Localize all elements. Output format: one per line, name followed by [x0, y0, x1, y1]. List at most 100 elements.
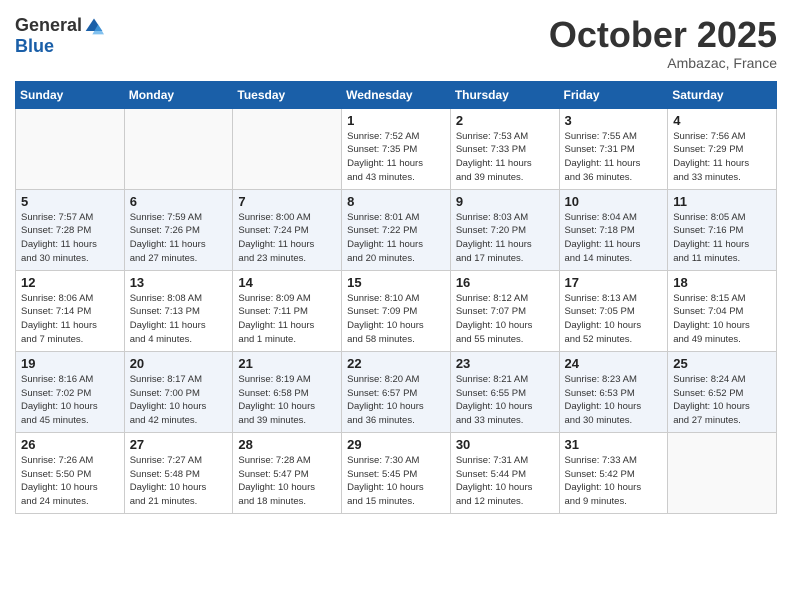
day-number: 28: [238, 437, 336, 452]
calendar-cell: 27 Sunrise: 7:27 AM Sunset: 5:48 PM Dayli…: [124, 432, 233, 513]
calendar-cell: 22 Sunrise: 8:20 AM Sunset: 6:57 PM Dayli…: [342, 351, 451, 432]
day-number: 10: [565, 194, 663, 209]
calendar-cell: 19Sunrise: 8:16 AM Sunset: 7:02 PM Dayli…: [16, 351, 125, 432]
weekday-header-friday: Friday: [559, 81, 668, 108]
calendar-cell: 20 Sunrise: 8:17 AM Sunset: 7:00 PM Dayli…: [124, 351, 233, 432]
day-info: Sunrise: 8:04 AM Sunset: 7:18 PM Dayligh…: [565, 211, 663, 266]
calendar-week-row: 19Sunrise: 8:16 AM Sunset: 7:02 PM Dayli…: [16, 351, 777, 432]
calendar-cell: 5Sunrise: 7:57 AM Sunset: 7:28 PM Daylig…: [16, 189, 125, 270]
day-info: Sunrise: 7:57 AM Sunset: 7:28 PM Dayligh…: [21, 211, 119, 266]
day-info: Sunrise: 8:23 AM Sunset: 6:53 PM Dayligh…: [565, 373, 663, 428]
calendar-week-row: 12Sunrise: 8:06 AM Sunset: 7:14 PM Dayli…: [16, 270, 777, 351]
day-number: 13: [130, 275, 228, 290]
day-number: 29: [347, 437, 445, 452]
calendar-cell: 25 Sunrise: 8:24 AM Sunset: 6:52 PM Dayli…: [668, 351, 777, 432]
day-info: Sunrise: 8:00 AM Sunset: 7:24 PM Dayligh…: [238, 211, 336, 266]
day-info: Sunrise: 8:21 AM Sunset: 6:55 PM Dayligh…: [456, 373, 554, 428]
calendar-cell: 3 Sunrise: 7:55 AM Sunset: 7:31 PM Daylig…: [559, 108, 668, 189]
day-number: 26: [21, 437, 119, 452]
calendar-week-row: 26Sunrise: 7:26 AM Sunset: 5:50 PM Dayli…: [16, 432, 777, 513]
day-info: Sunrise: 7:31 AM Sunset: 5:44 PM Dayligh…: [456, 454, 554, 509]
calendar-cell: 15 Sunrise: 8:10 AM Sunset: 7:09 PM Dayli…: [342, 270, 451, 351]
day-info: Sunrise: 8:03 AM Sunset: 7:20 PM Dayligh…: [456, 211, 554, 266]
day-info: Sunrise: 8:24 AM Sunset: 6:52 PM Dayligh…: [673, 373, 771, 428]
logo-general: General: [15, 15, 82, 36]
day-number: 4: [673, 113, 771, 128]
day-info: Sunrise: 8:13 AM Sunset: 7:05 PM Dayligh…: [565, 292, 663, 347]
day-info: Sunrise: 7:55 AM Sunset: 7:31 PM Dayligh…: [565, 130, 663, 185]
day-info: Sunrise: 7:30 AM Sunset: 5:45 PM Dayligh…: [347, 454, 445, 509]
weekday-header-thursday: Thursday: [450, 81, 559, 108]
day-number: 27: [130, 437, 228, 452]
month-title: October 2025: [549, 15, 777, 55]
day-number: 12: [21, 275, 119, 290]
calendar-week-row: 5Sunrise: 7:57 AM Sunset: 7:28 PM Daylig…: [16, 189, 777, 270]
calendar-cell: 11Sunrise: 8:05 AM Sunset: 7:16 PM Dayli…: [668, 189, 777, 270]
day-number: 15: [347, 275, 445, 290]
day-info: Sunrise: 7:27 AM Sunset: 5:48 PM Dayligh…: [130, 454, 228, 509]
calendar-cell: [16, 108, 125, 189]
calendar-cell: 14Sunrise: 8:09 AM Sunset: 7:11 PM Dayli…: [233, 270, 342, 351]
calendar-cell: 6 Sunrise: 7:59 AM Sunset: 7:26 PM Daylig…: [124, 189, 233, 270]
day-number: 2: [456, 113, 554, 128]
day-info: Sunrise: 8:17 AM Sunset: 7:00 PM Dayligh…: [130, 373, 228, 428]
day-number: 16: [456, 275, 554, 290]
day-info: Sunrise: 7:59 AM Sunset: 7:26 PM Dayligh…: [130, 211, 228, 266]
weekday-header-monday: Monday: [124, 81, 233, 108]
calendar-cell: [233, 108, 342, 189]
day-number: 31: [565, 437, 663, 452]
day-number: 17: [565, 275, 663, 290]
day-number: 30: [456, 437, 554, 452]
day-number: 9: [456, 194, 554, 209]
day-number: 3: [565, 113, 663, 128]
day-number: 25: [673, 356, 771, 371]
page-header: General Blue October 2025 Ambazac, Franc…: [15, 15, 777, 71]
logo-icon: [84, 16, 104, 36]
day-number: 7: [238, 194, 336, 209]
weekday-header-row: SundayMondayTuesdayWednesdayThursdayFrid…: [16, 81, 777, 108]
day-number: 24: [565, 356, 663, 371]
day-number: 21: [238, 356, 336, 371]
day-info: Sunrise: 8:12 AM Sunset: 7:07 PM Dayligh…: [456, 292, 554, 347]
day-info: Sunrise: 7:53 AM Sunset: 7:33 PM Dayligh…: [456, 130, 554, 185]
calendar-cell: [668, 432, 777, 513]
calendar-cell: 30 Sunrise: 7:31 AM Sunset: 5:44 PM Dayli…: [450, 432, 559, 513]
calendar-cell: 23 Sunrise: 8:21 AM Sunset: 6:55 PM Dayli…: [450, 351, 559, 432]
calendar-cell: 2 Sunrise: 7:53 AM Sunset: 7:33 PM Daylig…: [450, 108, 559, 189]
logo-blue: Blue: [15, 36, 54, 57]
day-number: 6: [130, 194, 228, 209]
day-number: 8: [347, 194, 445, 209]
day-number: 20: [130, 356, 228, 371]
day-info: Sunrise: 7:56 AM Sunset: 7:29 PM Dayligh…: [673, 130, 771, 185]
calendar-cell: 12Sunrise: 8:06 AM Sunset: 7:14 PM Dayli…: [16, 270, 125, 351]
day-number: 18: [673, 275, 771, 290]
calendar-cell: 16 Sunrise: 8:12 AM Sunset: 7:07 PM Dayli…: [450, 270, 559, 351]
weekday-header-sunday: Sunday: [16, 81, 125, 108]
calendar-cell: 31 Sunrise: 7:33 AM Sunset: 5:42 PM Dayli…: [559, 432, 668, 513]
calendar-cell: 18Sunrise: 8:15 AM Sunset: 7:04 PM Dayli…: [668, 270, 777, 351]
calendar-cell: 29 Sunrise: 7:30 AM Sunset: 5:45 PM Dayli…: [342, 432, 451, 513]
day-info: Sunrise: 8:10 AM Sunset: 7:09 PM Dayligh…: [347, 292, 445, 347]
weekday-header-tuesday: Tuesday: [233, 81, 342, 108]
day-number: 23: [456, 356, 554, 371]
day-info: Sunrise: 7:28 AM Sunset: 5:47 PM Dayligh…: [238, 454, 336, 509]
calendar-week-row: 1Sunrise: 7:52 AM Sunset: 7:35 PM Daylig…: [16, 108, 777, 189]
day-number: 1: [347, 113, 445, 128]
day-info: Sunrise: 7:33 AM Sunset: 5:42 PM Dayligh…: [565, 454, 663, 509]
calendar-cell: 1Sunrise: 7:52 AM Sunset: 7:35 PM Daylig…: [342, 108, 451, 189]
calendar-cell: 8 Sunrise: 8:01 AM Sunset: 7:22 PM Daylig…: [342, 189, 451, 270]
location: Ambazac, France: [549, 55, 777, 71]
calendar-cell: 9 Sunrise: 8:03 AM Sunset: 7:20 PM Daylig…: [450, 189, 559, 270]
day-info: Sunrise: 8:09 AM Sunset: 7:11 PM Dayligh…: [238, 292, 336, 347]
calendar-cell: 24 Sunrise: 8:23 AM Sunset: 6:53 PM Dayli…: [559, 351, 668, 432]
day-info: Sunrise: 8:01 AM Sunset: 7:22 PM Dayligh…: [347, 211, 445, 266]
day-info: Sunrise: 8:08 AM Sunset: 7:13 PM Dayligh…: [130, 292, 228, 347]
day-info: Sunrise: 8:05 AM Sunset: 7:16 PM Dayligh…: [673, 211, 771, 266]
calendar-table: SundayMondayTuesdayWednesdayThursdayFrid…: [15, 81, 777, 514]
weekday-header-saturday: Saturday: [668, 81, 777, 108]
day-number: 22: [347, 356, 445, 371]
calendar-cell: 4 Sunrise: 7:56 AM Sunset: 7:29 PM Daylig…: [668, 108, 777, 189]
day-info: Sunrise: 8:20 AM Sunset: 6:57 PM Dayligh…: [347, 373, 445, 428]
day-number: 19: [21, 356, 119, 371]
weekday-header-wednesday: Wednesday: [342, 81, 451, 108]
